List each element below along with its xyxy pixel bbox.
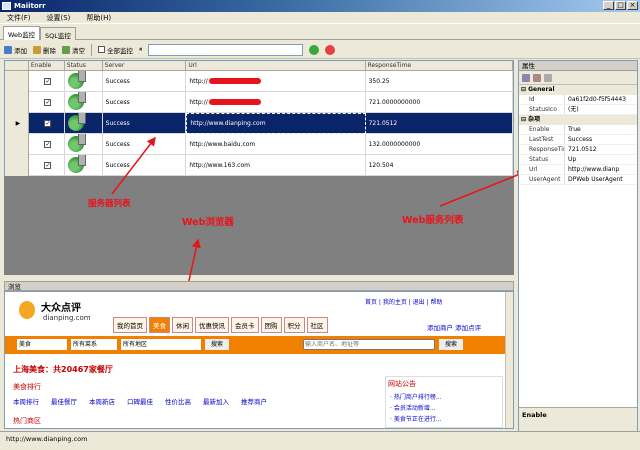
add-shop-link[interactable]: 添加商户 xyxy=(427,324,453,332)
property-pages-icon[interactable] xyxy=(544,73,552,82)
status-bar: http://www.dianping.com xyxy=(0,431,640,450)
category-other[interactable]: ⊟ 杂项 xyxy=(519,115,637,125)
alphabetical-icon[interactable] xyxy=(533,73,541,82)
rank-link[interactable]: 最佳餐厅 xyxy=(51,396,77,406)
section-ranking: 美食排行 xyxy=(13,383,41,391)
prop-value: DPWeb UserAgent xyxy=(568,176,623,183)
search-button[interactable]: 搜索 xyxy=(439,339,463,350)
nav-item[interactable]: 团购 xyxy=(260,317,282,333)
browser-header: 浏览 xyxy=(4,281,514,291)
property-toolbar xyxy=(519,71,637,85)
nav-item[interactable]: 社区 xyxy=(306,317,328,333)
categorized-icon[interactable] xyxy=(522,73,530,82)
prop-row[interactable]: Id 0a61f2d0-f5f54443 xyxy=(519,95,637,105)
prop-value: Up xyxy=(568,156,577,163)
prop-row[interactable]: ResponseTime721.0512 xyxy=(519,145,637,155)
rank-link[interactable]: 本周新店 xyxy=(89,396,115,406)
prop-row[interactable]: LastTest Success xyxy=(519,135,637,145)
prop-key: ResponseTime xyxy=(519,145,565,154)
prop-other-list: EnableTrueLastTestSuccessResponseTime721… xyxy=(519,125,637,185)
top-links[interactable]: 首页 | 我的主页 | 退出 | 帮助 xyxy=(365,297,443,306)
nav-item[interactable]: 我的首页 xyxy=(113,317,147,333)
nav-item[interactable]: 积分 xyxy=(283,317,305,333)
site-domain: dianping.com xyxy=(43,314,91,322)
district-select[interactable]: 所有地区 xyxy=(121,339,201,350)
filter-button[interactable]: 搜索 xyxy=(205,339,229,350)
arrow-server-list xyxy=(111,136,156,195)
site-nav: 我的首页 美食 休闲 优惠快讯 会员卡 团购 积分 社区 xyxy=(113,317,328,333)
city-title: 上海美食：共20467家餐厅 xyxy=(13,365,113,374)
prop-key: LastTest xyxy=(519,135,565,144)
prop-row[interactable]: Url http://www.dianp xyxy=(519,165,637,175)
notice-link[interactable]: · 会员活动新增... xyxy=(386,402,502,413)
prop-key: Url xyxy=(519,165,565,174)
rank-links: 本周排行 最佳餐厅 本周新店 口碑最佳 性价比高 最新加入 推荐商户 xyxy=(13,396,267,406)
section-hot-areas: 热门商区 xyxy=(13,417,41,425)
prop-key: UserAgent xyxy=(519,175,565,184)
rank-link[interactable]: 推荐商户 xyxy=(241,396,267,406)
web-browser: 大众点评 dianping.com 首页 | 我的主页 | 退出 | 帮助 添加… xyxy=(4,291,514,429)
nav-item[interactable]: 美食 xyxy=(149,317,170,333)
notice-link[interactable]: · 美食节正在进行... xyxy=(386,413,502,424)
prop-row[interactable]: Status Up xyxy=(519,155,637,165)
prop-value: True xyxy=(568,126,581,133)
city-select[interactable]: 美食 xyxy=(17,339,67,350)
notice-link[interactable]: · 热门商户排行榜... xyxy=(386,391,502,402)
nav-item[interactable]: 优惠快讯 xyxy=(195,317,229,333)
prop-key: Status xyxy=(519,155,565,164)
notice-box: 网站公告 · 热门商户排行榜... · 会员活动新增... · 美食节正在进行.… xyxy=(385,376,503,428)
category-general[interactable]: ⊟ General xyxy=(519,85,637,95)
prop-row[interactable]: Enable True xyxy=(519,125,637,135)
rank-link[interactable]: 口碑最佳 xyxy=(127,396,153,406)
property-panel: 属性 ⊟ General Id 0a61f2d0-f5f54443 StatusI… xyxy=(518,60,638,442)
search-bar: 美食 所有菜系 所有地区 搜索 搜索 xyxy=(5,336,513,354)
browser-scrollbar[interactable] xyxy=(505,292,513,428)
rank-link[interactable]: 最新加入 xyxy=(203,396,229,406)
property-header: 属性 xyxy=(519,61,637,71)
rank-link[interactable]: 本周排行 xyxy=(13,396,39,406)
prop-value: Success xyxy=(568,136,593,143)
prop-value: 721.0512 xyxy=(568,146,597,153)
prop-row[interactable]: StatusIco (无) xyxy=(519,105,637,115)
add-links: 添加商户 添加点评 xyxy=(427,322,481,332)
nav-item[interactable]: 会员卡 xyxy=(231,317,259,333)
cuisine-select[interactable]: 所有菜系 xyxy=(71,339,117,350)
add-review-link[interactable]: 添加点评 xyxy=(455,324,481,332)
dianping-logo-icon xyxy=(19,301,35,319)
keyword-input[interactable] xyxy=(303,339,435,350)
notice-title: 网站公告 xyxy=(388,380,416,388)
prop-value: http://www.dianp xyxy=(568,166,620,173)
site-name: 大众点评 xyxy=(41,303,81,314)
arrow-props xyxy=(439,170,527,207)
prop-key: Enable xyxy=(519,125,565,134)
nav-item[interactable]: 休闲 xyxy=(172,317,193,333)
rank-link[interactable]: 性价比高 xyxy=(165,396,191,406)
prop-row[interactable]: UserAgent DPWeb UserAgent xyxy=(519,175,637,185)
